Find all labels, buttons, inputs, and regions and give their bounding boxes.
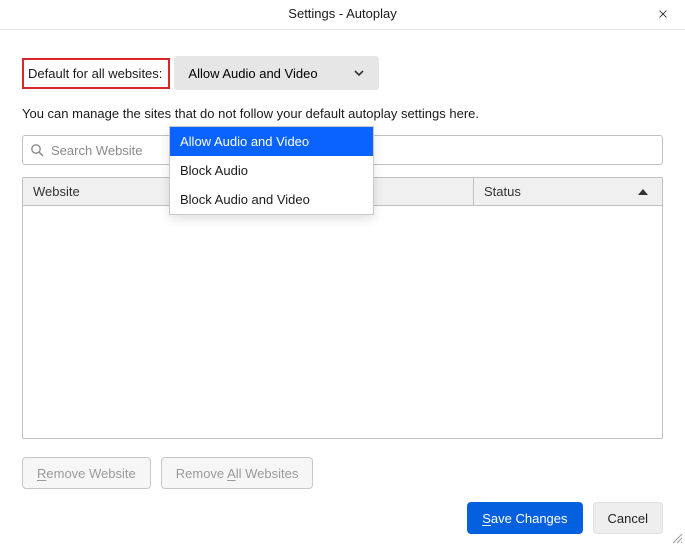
remove-website-button[interactable]: Remove Website: [22, 457, 151, 489]
default-label: Default for all websites:: [28, 66, 162, 81]
save-changes-button[interactable]: Save Changes: [467, 502, 582, 534]
default-label-highlight: Default for all websites:: [22, 58, 170, 89]
sort-ascending-icon: [638, 189, 648, 195]
dialog-footer: Save Changes Cancel: [467, 502, 663, 534]
titlebar: Settings - Autoplay: [0, 0, 685, 30]
help-text: You can manage the sites that do not fol…: [22, 106, 663, 121]
close-icon: [659, 7, 667, 21]
dropdown-option-block-audio-video[interactable]: Block Audio and Video: [170, 185, 373, 214]
table-body: [23, 206, 662, 438]
content-area: Default for all websites: Allow Audio an…: [0, 30, 685, 489]
window-title: Settings - Autoplay: [288, 6, 396, 21]
row-actions: Remove Website Remove All Websites: [22, 457, 663, 489]
default-row: Default for all websites: Allow Audio an…: [22, 56, 663, 90]
default-dropdown-popup[interactable]: Allow Audio and Video Block Audio Block …: [169, 126, 374, 215]
column-header-status[interactable]: Status: [474, 178, 662, 205]
default-dropdown-value: Allow Audio and Video: [188, 66, 317, 81]
close-button[interactable]: [653, 4, 673, 24]
dropdown-option-allow-audio-video[interactable]: Allow Audio and Video: [170, 127, 373, 156]
dropdown-option-block-audio[interactable]: Block Audio: [170, 156, 373, 185]
search-icon: [30, 143, 44, 157]
resize-grip-icon[interactable]: [671, 532, 683, 544]
chevron-down-icon: [353, 67, 365, 79]
remove-all-websites-button[interactable]: Remove All Websites: [161, 457, 314, 489]
website-table: Website Status: [22, 177, 663, 439]
cancel-button[interactable]: Cancel: [593, 502, 663, 534]
default-dropdown[interactable]: Allow Audio and Video: [174, 56, 379, 90]
